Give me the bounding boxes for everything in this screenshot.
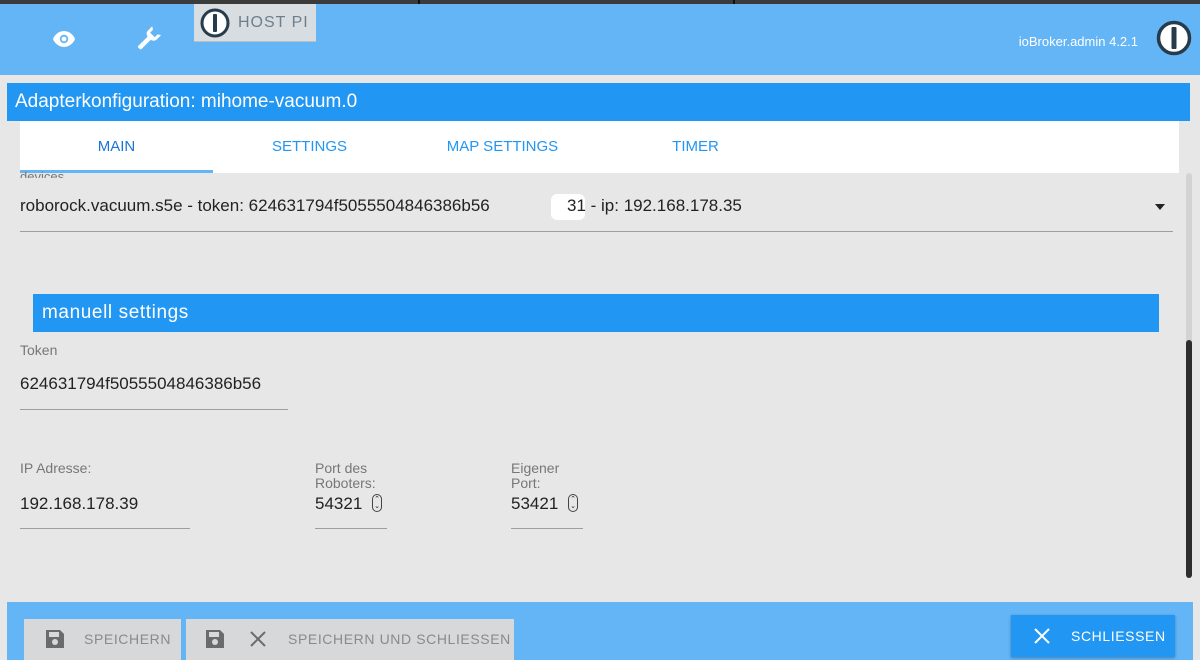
save-icon bbox=[44, 628, 66, 653]
device-select[interactable]: roborock.vacuum.s5e - token: 624631794f5… bbox=[20, 186, 1173, 232]
token-field[interactable]: 624631794f5055504846386b56 bbox=[20, 366, 288, 410]
tab-map-settings[interactable]: MAP SETTINGS bbox=[406, 121, 599, 173]
ip-label: IP Adresse: bbox=[20, 460, 92, 476]
close-button[interactable]: SCHLIESSEN bbox=[1011, 615, 1175, 657]
eye-icon[interactable] bbox=[44, 19, 84, 59]
ip-value: 192.168.178.39 bbox=[20, 494, 139, 513]
number-spinner-icon[interactable]: ⌃ ⌄ bbox=[568, 494, 578, 512]
device-select-value-start: roborock.vacuum.s5e - token: 624631794f5… bbox=[20, 196, 490, 215]
close-icon bbox=[249, 630, 267, 651]
own-port-value: 53421 bbox=[511, 494, 559, 513]
wrench-icon[interactable] bbox=[128, 19, 168, 59]
save-icon bbox=[204, 628, 226, 653]
save-button-label: SPEICHERN bbox=[84, 631, 172, 647]
save-and-close-label: SPEICHERN UND SCHLIESSEN bbox=[288, 631, 511, 647]
tab-settings[interactable]: SETTINGS bbox=[213, 121, 406, 173]
dropdown-arrow-icon bbox=[1155, 204, 1165, 210]
own-port-label-line1: Eigener bbox=[511, 460, 560, 476]
scrollbar-thumb[interactable] bbox=[1186, 340, 1192, 578]
close-button-label: SCHLIESSEN bbox=[1071, 628, 1166, 644]
save-button[interactable]: SPEICHERN bbox=[24, 619, 181, 660]
version-label: ioBroker.admin 4.2.1 bbox=[1018, 34, 1138, 49]
devices-label: devices bbox=[20, 169, 65, 178]
host-selector[interactable]: HOST PI bbox=[194, 4, 316, 42]
robot-port-label-line1: Port des bbox=[315, 460, 368, 476]
tab-timer[interactable]: TIMER bbox=[599, 121, 792, 173]
own-port-field[interactable]: 53421 ⌃ ⌄ bbox=[511, 485, 583, 529]
save-and-close-button[interactable]: SPEICHERN UND SCHLIESSEN bbox=[186, 619, 514, 660]
page-title: Adapterkonfiguration: mihome-vacuum.0 bbox=[7, 83, 1190, 121]
ip-field[interactable]: 192.168.178.39 bbox=[20, 485, 190, 529]
device-select-value-end: 31 - ip: 192.168.178.35 bbox=[567, 196, 742, 215]
tab-bar: MAIN SETTINGS MAP SETTINGS TIMER bbox=[20, 121, 1179, 173]
top-app-bar: HOST PI ioBroker.admin 4.2.1 bbox=[0, 4, 1200, 75]
iobroker-logo-icon bbox=[1156, 20, 1192, 61]
close-icon bbox=[1033, 627, 1051, 648]
token-value: 624631794f5055504846386b56 bbox=[20, 374, 262, 393]
token-label: Token bbox=[20, 342, 58, 358]
iobroker-logo-icon bbox=[200, 8, 230, 37]
section-header-manual-settings: manuell settings bbox=[33, 294, 1159, 332]
robot-port-value: 54321 bbox=[315, 494, 363, 513]
robot-port-field[interactable]: 54321 ⌃ ⌄ bbox=[315, 485, 387, 529]
number-spinner-icon[interactable]: ⌃ ⌄ bbox=[372, 494, 382, 512]
host-label: HOST PI bbox=[238, 13, 309, 31]
